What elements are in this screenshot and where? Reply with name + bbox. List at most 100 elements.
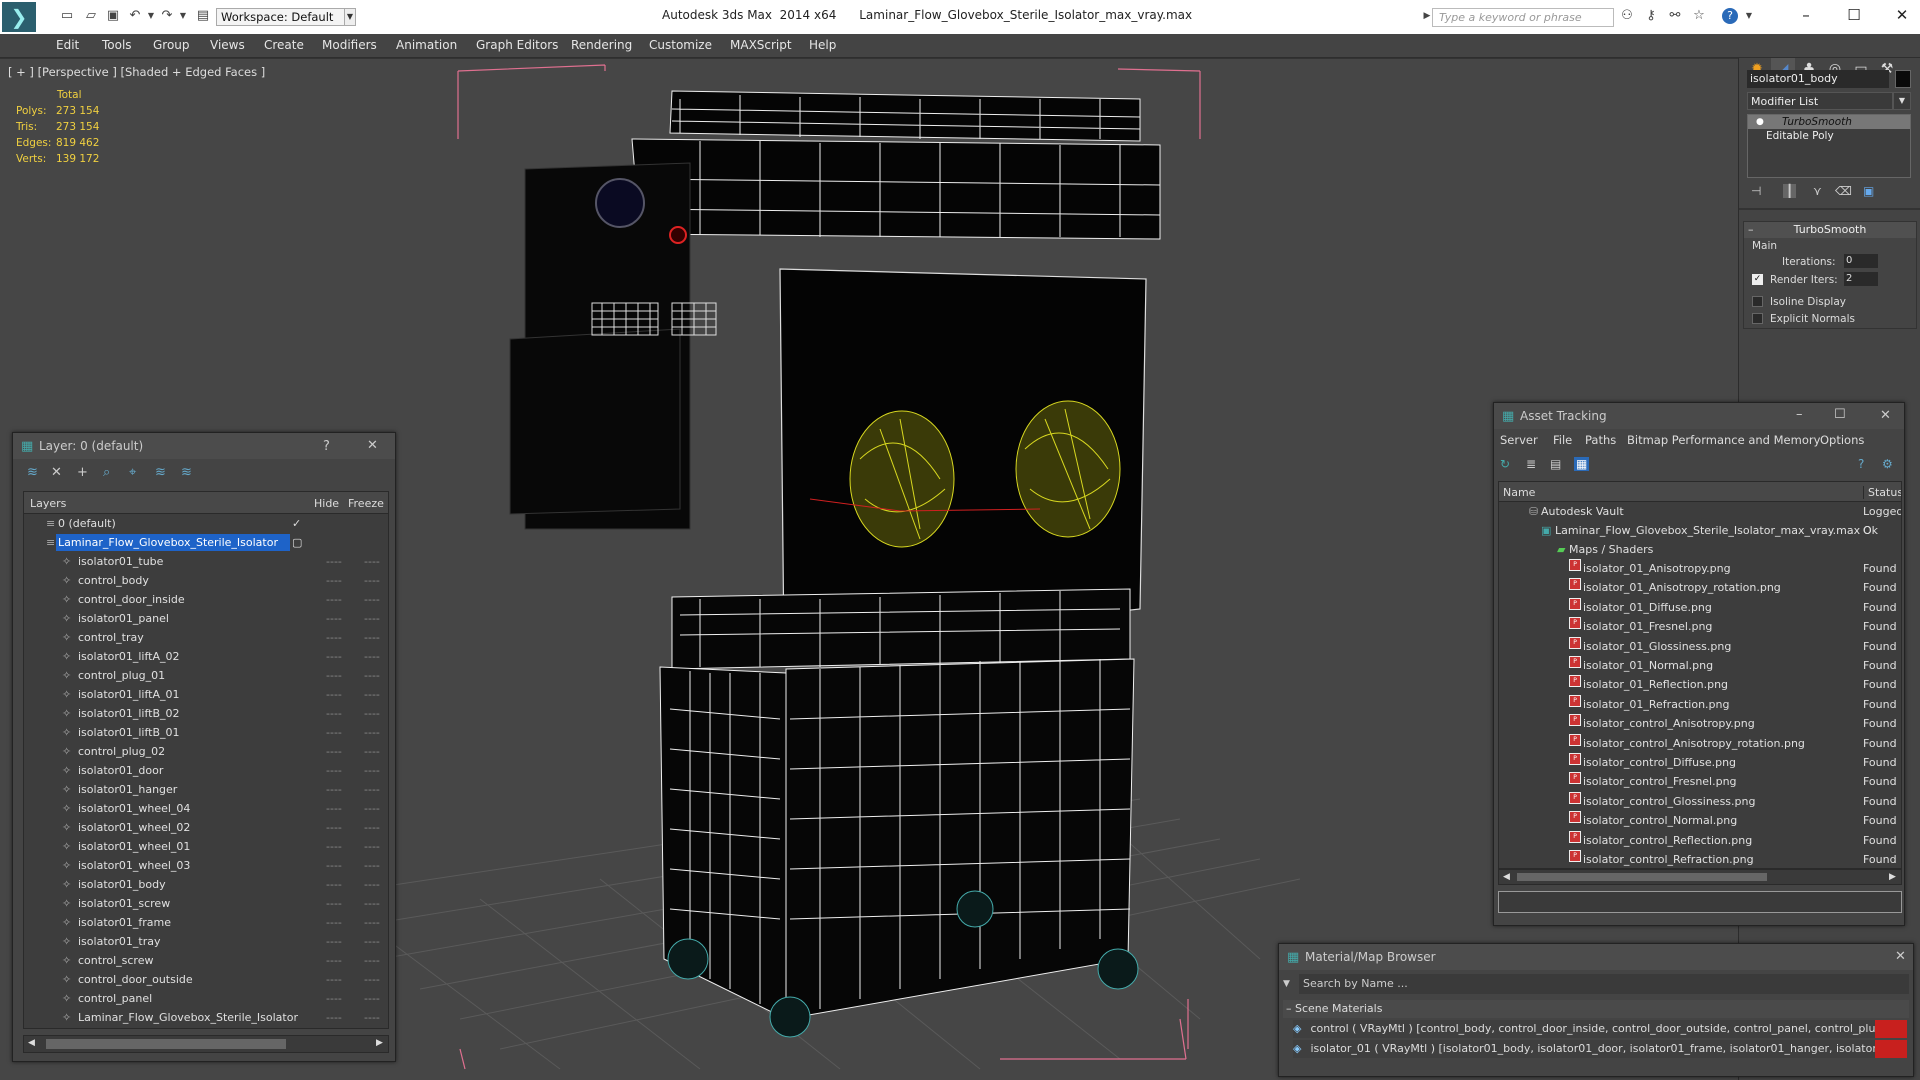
layer-object-row[interactable]: ✧ isolator01_wheel_03 ---- ---- (26, 856, 388, 875)
render-iters-spinner[interactable]: 2 (1844, 272, 1878, 286)
hide-toggle[interactable]: ---- (326, 951, 342, 970)
help-icon[interactable]: ? (1722, 8, 1738, 24)
asset-menu-paths[interactable]: Paths (1585, 433, 1616, 447)
layer-object-row[interactable]: ✧ control_panel ---- ---- (26, 989, 388, 1008)
material-options-icon[interactable]: ▼ (1283, 976, 1297, 992)
redo-dropdown-icon[interactable]: ▼ (174, 8, 192, 24)
scene-materials-group[interactable]: – Scene Materials (1283, 1000, 1909, 1018)
layer-object-row[interactable]: ✧ control_tray ---- ---- (26, 628, 388, 647)
freeze-toggle[interactable]: ---- (364, 780, 380, 799)
material-item-control[interactable]: ◈ control ( VRayMtl ) [control_body, con… (1293, 1020, 1907, 1038)
hide-toggle[interactable]: ---- (326, 799, 342, 818)
freeze-toggle[interactable]: ---- (364, 723, 380, 742)
show-end-result-icon[interactable]: ┃ (1783, 184, 1797, 198)
remove-modifier-icon[interactable]: ⌫ (1835, 184, 1852, 198)
freeze-toggle[interactable]: ---- (364, 970, 380, 989)
material-search-input[interactable]: Search by Name ... (1299, 974, 1909, 994)
asset-map-row[interactable]: Pisolator_control_Fresnel.png Found (1503, 772, 1901, 791)
layer-object-row[interactable]: ✧ isolator01_wheel_01 ---- ---- (26, 837, 388, 856)
asset-map-row[interactable]: Pisolator_control_Diffuse.png Found (1503, 753, 1901, 772)
asset-settings-icon[interactable]: ⚙ (1882, 457, 1893, 471)
explicit-normals-checkbox[interactable] (1752, 313, 1763, 324)
menu-rendering[interactable]: Rendering (571, 38, 632, 52)
hide-toggle[interactable]: ---- (326, 590, 342, 609)
freeze-toggle[interactable]: ---- (364, 1008, 380, 1027)
hide-toggle[interactable]: ---- (326, 875, 342, 894)
layer-object-row[interactable]: ✧ control_door_outside ---- ---- (26, 970, 388, 989)
add-selected-icon[interactable]: + (77, 465, 88, 480)
lightbulb-icon[interactable]: ● (1756, 115, 1764, 129)
asset-menu-server[interactable]: Server (1500, 433, 1538, 447)
maximize-icon[interactable]: ☐ (1834, 407, 1846, 422)
layer-object-row[interactable]: ✧ control_body ---- ---- (26, 571, 388, 590)
hide-toggle[interactable]: ---- (326, 837, 342, 856)
hide-toggle[interactable]: ---- (326, 571, 342, 590)
asset-hscrollbar[interactable]: ◀ ▶ (1498, 869, 1902, 885)
rollout-collapse-icon[interactable]: – (1748, 222, 1754, 238)
freeze-toggle[interactable]: ---- (364, 856, 380, 875)
render-iters-checkbox[interactable]: ✓ (1752, 274, 1763, 285)
close-icon[interactable]: ✕ (367, 438, 378, 453)
help-button[interactable]: ? (323, 439, 330, 454)
table-view-icon[interactable]: ▦ (1574, 457, 1590, 471)
minimize-icon[interactable]: – (1796, 407, 1803, 422)
close-icon[interactable]: ✕ (1895, 949, 1906, 964)
hide-toggle[interactable]: ---- (326, 704, 342, 723)
stack-item-editable-poly[interactable]: Editable Poly (1748, 129, 1910, 143)
save-icon[interactable]: ▣ (104, 8, 122, 24)
hide-toggle[interactable]: ---- (326, 989, 342, 1008)
communication-center-icon[interactable]: ⚯ (1666, 8, 1684, 24)
chevron-down-icon[interactable]: ▼ (1893, 92, 1911, 110)
freeze-toggle[interactable]: ---- (364, 989, 380, 1008)
object-name-field[interactable]: isolator01_body (1747, 70, 1889, 88)
select-objects-icon[interactable]: ⌕ (103, 465, 110, 480)
active-layer-check-icon[interactable]: ✓ (292, 514, 301, 533)
open-file-icon[interactable]: ▱ (82, 8, 100, 24)
layer-hscrollbar[interactable]: ◀ ▶ (23, 1035, 389, 1053)
asset-menu-bitmap[interactable]: Bitmap Performance and Memory (1627, 433, 1820, 447)
menu-create[interactable]: Create (264, 38, 304, 52)
asset-map-row[interactable]: Pisolator_01_Reflection.png Found (1503, 675, 1901, 694)
menu-edit[interactable]: Edit (56, 38, 79, 52)
new-file-icon[interactable]: ▭ (58, 8, 76, 24)
search-input[interactable]: Type a keyword or phrase (1432, 8, 1614, 27)
menu-tools[interactable]: Tools (102, 38, 132, 52)
layer-object-row[interactable]: ✧ isolator01_screw ---- ---- (26, 894, 388, 913)
layer-object-row[interactable]: ✧ isolator01_wheel_04 ---- ---- (26, 799, 388, 818)
collapse-icon[interactable]: – (1286, 1000, 1292, 1018)
layer-object-row[interactable]: ✧ isolator01_liftB_01 ---- ---- (26, 723, 388, 742)
asset-row-vault[interactable]: ⛁ Autodesk Vault Logged O (1503, 502, 1901, 537)
material-panel-header[interactable]: Material/Map Browser (1279, 944, 1913, 970)
freeze-toggle[interactable]: ---- (364, 894, 380, 913)
hide-toggle[interactable]: ---- (326, 894, 342, 913)
layer-object-row[interactable]: ✧ isolator01_body ---- ---- (26, 875, 388, 894)
app-logo[interactable]: ❯ (2, 2, 36, 32)
asset-map-row[interactable]: Pisolator_01_Refraction.png Found (1503, 694, 1901, 714)
column-name[interactable]: Name (1503, 486, 1535, 499)
layer-object-row[interactable]: ✧ isolator01_liftA_02 ---- ---- (26, 647, 388, 666)
freeze-toggle[interactable]: ---- (364, 932, 380, 951)
column-freeze[interactable]: Freeze (348, 497, 384, 510)
hide-toggle[interactable]: ---- (326, 647, 342, 666)
current-layer-icon[interactable]: ▢ (292, 533, 302, 552)
menu-help[interactable]: Help (809, 38, 836, 52)
modifier-list-dropdown[interactable]: Modifier List (1747, 92, 1893, 110)
layer-row-selected[interactable]: ≡ Laminar_Flow_Glovebox_Sterile_Isolator… (26, 533, 388, 552)
layer-row-default[interactable]: ≡ 0 (default) ✓ (26, 514, 388, 533)
freeze-toggle[interactable]: ---- (364, 818, 380, 837)
freeze-toggle[interactable]: ---- (364, 837, 380, 856)
layer-object-row[interactable]: ✧ isolator01_liftB_02 ---- ---- (26, 704, 388, 723)
delete-layer-icon[interactable]: ✕ (51, 465, 62, 480)
column-layers[interactable]: Layers (30, 497, 66, 510)
asset-help-icon[interactable]: ? (1858, 457, 1864, 471)
freeze-toggle[interactable]: ---- (364, 761, 380, 780)
freeze-toggle[interactable]: ---- (364, 951, 380, 970)
hide-all-layers-icon[interactable]: ≋ (155, 465, 166, 480)
freeze-toggle[interactable]: ---- (364, 799, 380, 818)
help-dropdown-icon[interactable]: ▼ (1740, 8, 1758, 24)
freeze-toggle[interactable]: ---- (364, 704, 380, 723)
freeze-toggle[interactable]: ---- (364, 552, 380, 571)
list-view-icon[interactable]: ≣ (1526, 457, 1536, 471)
layer-object-row[interactable]: ✧ control_screw ---- ---- (26, 951, 388, 970)
layer-object-row[interactable]: ✧ isolator01_hanger ---- ---- (26, 780, 388, 799)
